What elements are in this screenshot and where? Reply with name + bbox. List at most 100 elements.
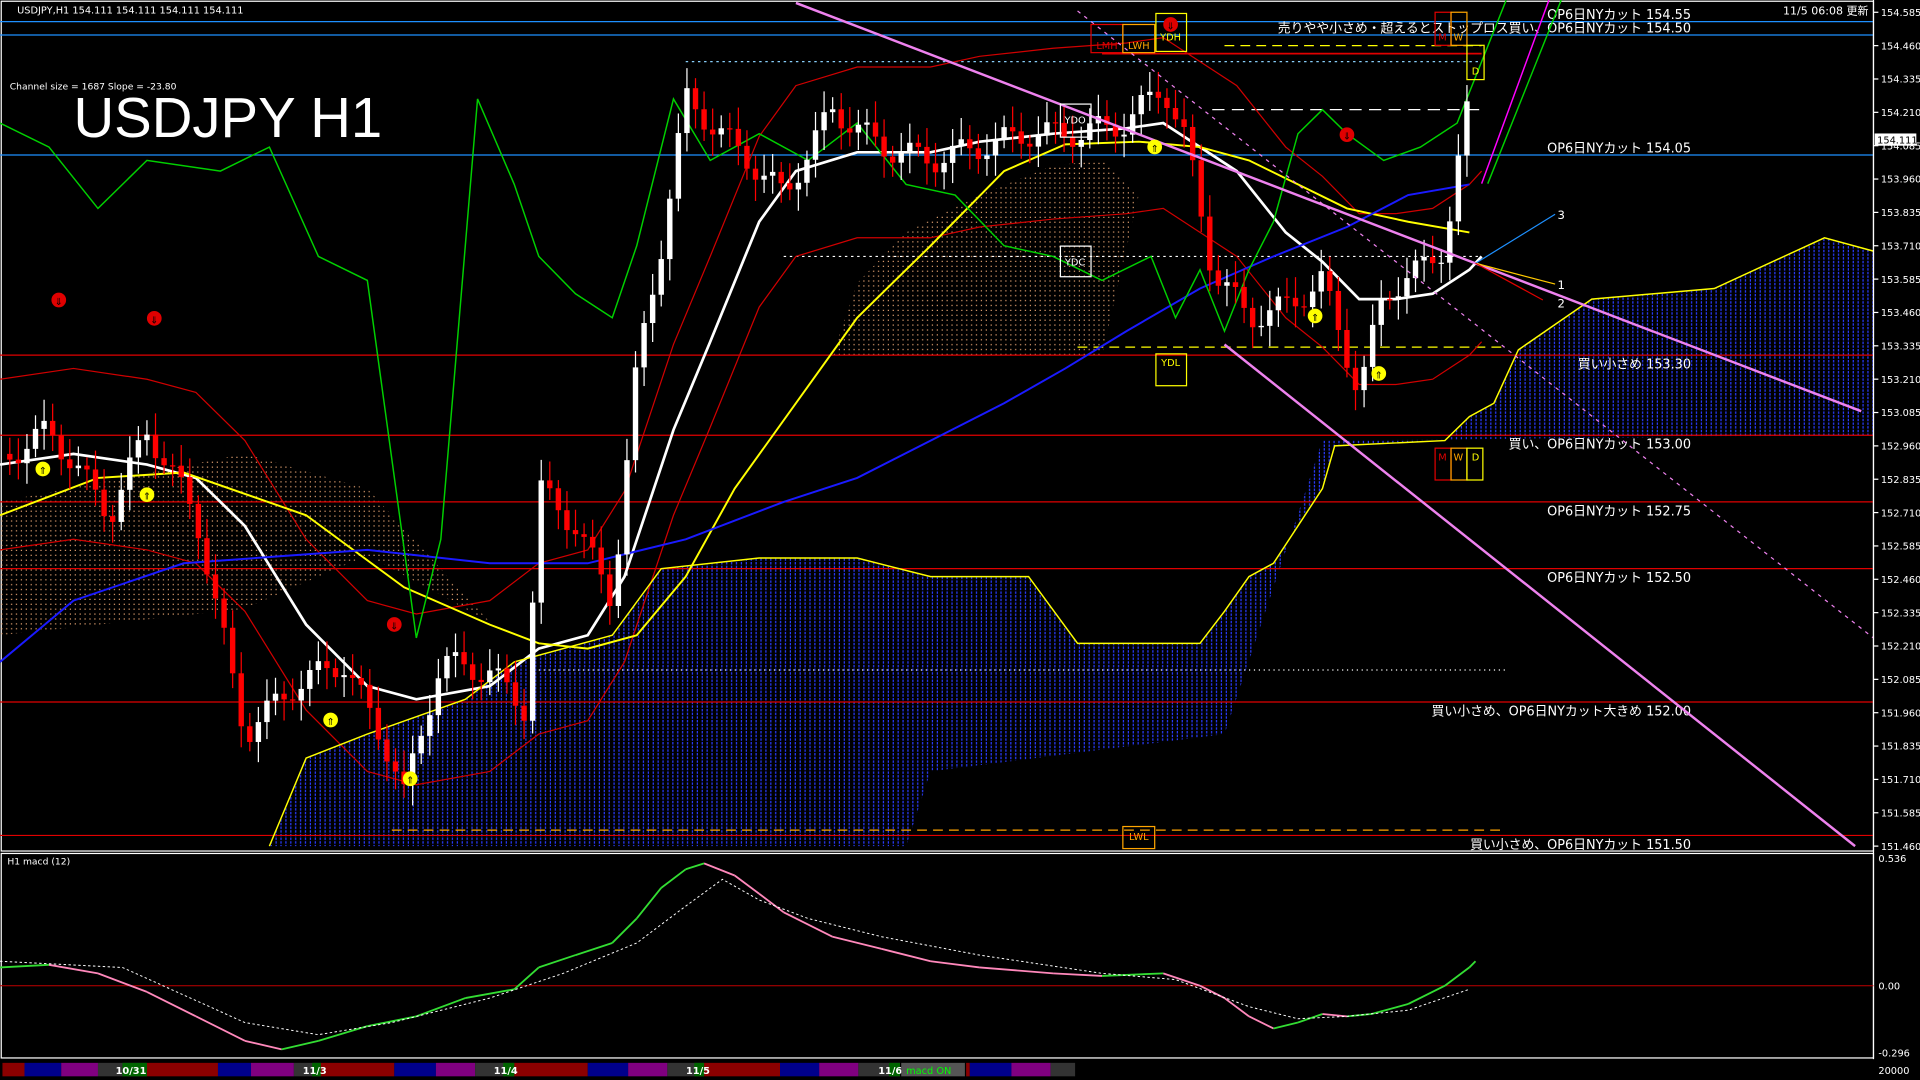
- candle-body: [1249, 307, 1256, 328]
- candle-body: [1447, 221, 1453, 263]
- candle-body: [469, 664, 476, 680]
- candle-body: [152, 434, 159, 459]
- axis-tick-label: 153.585: [1881, 275, 1920, 286]
- candle-body: [127, 457, 133, 490]
- candle-body: [1069, 136, 1076, 147]
- candle-body: [1284, 296, 1290, 298]
- svg-text:LWH: LWH: [1128, 41, 1150, 52]
- axis-tick-label: 153.335: [1881, 341, 1920, 352]
- svg-text:⇓: ⇓: [55, 297, 63, 308]
- axis-tick-label: 153.460: [1881, 308, 1920, 319]
- candle-body: [1241, 286, 1247, 308]
- candle-body: [1147, 91, 1153, 96]
- candle-body: [684, 88, 690, 134]
- axis-tick-label: 152.210: [1881, 642, 1920, 653]
- candle-body: [478, 679, 484, 683]
- candle-body: [169, 465, 176, 467]
- candle-body: [281, 693, 287, 700]
- candle-body: [84, 465, 90, 470]
- candle-body: [1412, 260, 1419, 279]
- level-label: 買い小さめ、OP6日NYカット大きめ 152.00: [1432, 705, 1691, 720]
- candle-body: [435, 678, 442, 716]
- svg-text:M: M: [1438, 452, 1446, 463]
- candle-body: [315, 661, 322, 670]
- candle-body: [161, 458, 167, 466]
- candle-body: [881, 136, 887, 157]
- axis-tick-label: 153.835: [1881, 208, 1920, 219]
- axis-tick-label: 151.460: [1881, 842, 1920, 853]
- candle-body: [264, 700, 270, 723]
- svg-text:W: W: [1454, 32, 1464, 43]
- level-label: 売りやや小さめ・超えるとストップロス買い、OP6日NYカット 154.50: [1278, 21, 1691, 37]
- candle-body: [924, 146, 930, 164]
- candle-body: [349, 675, 356, 678]
- candle-body: [1018, 131, 1024, 144]
- day-label: 11/5: [686, 1066, 710, 1077]
- candle-body: [1215, 270, 1222, 286]
- trading-chart[interactable]: OP6日NYカット 154.55売りやや小さめ・超えるとストップロス買い、OP6…: [0, 0, 1920, 1080]
- updated-time: 11/5 06:08 更新: [1783, 4, 1869, 18]
- svg-text:⇑: ⇑: [1311, 313, 1319, 324]
- macd-toggle-button[interactable]: macd ON: [901, 1062, 965, 1077]
- candle-body: [75, 465, 82, 469]
- candle-body: [829, 109, 836, 113]
- candle-body: [864, 122, 870, 125]
- candle-body: [547, 480, 553, 489]
- candle-body: [1138, 95, 1144, 115]
- candle-body: [1258, 325, 1264, 328]
- candle-body: [821, 112, 827, 131]
- candle-body: [992, 139, 999, 156]
- day-label: 10/31: [116, 1066, 147, 1077]
- macd-label: H1 macd (12): [7, 856, 70, 867]
- level-label: 買い小さめ 153.30: [1578, 358, 1691, 373]
- candle-body: [1078, 140, 1084, 147]
- svg-text:YDH: YDH: [1159, 32, 1181, 43]
- projection-2-label: 2: [1558, 296, 1565, 310]
- candle-body: [1395, 296, 1402, 300]
- symbol-info: USDJPY,H1 154.111 154.111 154.111 154.11…: [17, 5, 243, 16]
- candle-body: [1181, 119, 1187, 127]
- candle-body: [975, 148, 982, 160]
- candle-body: [581, 534, 587, 537]
- candle-body: [1318, 271, 1324, 292]
- candle-body: [1121, 134, 1127, 137]
- chart-title: USDJPY H1: [73, 86, 382, 149]
- candle-body: [1292, 297, 1299, 307]
- candle-body: [1009, 127, 1016, 132]
- axis-tick-label: 152.085: [1881, 675, 1920, 686]
- candle-body: [795, 182, 802, 190]
- candle-body: [1387, 299, 1393, 301]
- candle-body: [1275, 296, 1282, 311]
- candle-body: [838, 109, 844, 129]
- axis-tick-label: 154.335: [1881, 75, 1920, 86]
- candle-body: [1421, 256, 1427, 261]
- candle-body: [632, 367, 639, 461]
- volume-axis-label: 20000: [1878, 1066, 1909, 1077]
- candle-body: [855, 124, 862, 133]
- level-label: 買い、OP6日NYカット 153.00: [1509, 438, 1691, 453]
- day-label: 11/4: [494, 1066, 518, 1077]
- candle-body: [915, 142, 922, 147]
- candle-body: [58, 435, 64, 460]
- svg-text:YDO: YDO: [1063, 116, 1086, 127]
- day-label: 11/3: [303, 1066, 327, 1077]
- candle-body: [427, 715, 433, 736]
- candle-body: [32, 428, 39, 449]
- candle-body: [1464, 101, 1470, 156]
- candle-body: [735, 128, 742, 146]
- candle-body: [1198, 160, 1204, 217]
- candle-body: [1164, 97, 1170, 109]
- candle-body: [1052, 122, 1059, 124]
- candle-body: [298, 688, 304, 701]
- candle-body: [709, 129, 716, 135]
- candle-body: [598, 547, 604, 575]
- level-label: OP6日NYカット 154.05: [1547, 142, 1691, 157]
- svg-text:⇓: ⇓: [1167, 21, 1175, 32]
- candle-body: [649, 294, 656, 324]
- candle-body: [238, 673, 244, 727]
- candle-body: [907, 142, 913, 154]
- candle-body: [375, 707, 382, 740]
- candle-body: [452, 652, 459, 656]
- candle-body: [949, 145, 956, 163]
- axis-tick-label: 152.835: [1881, 475, 1920, 486]
